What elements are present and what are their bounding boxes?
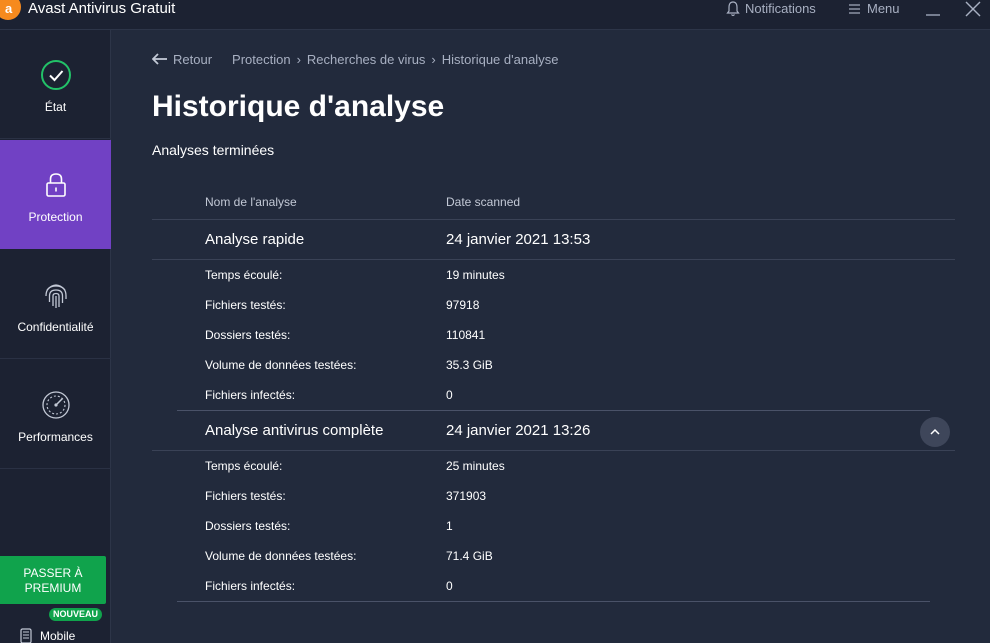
lock-icon bbox=[40, 169, 72, 201]
scan-detail-row: Volume de données testées: 71.4 GiB bbox=[152, 541, 955, 571]
breadcrumb-separator: › bbox=[296, 51, 301, 67]
group-divider bbox=[177, 601, 930, 602]
breadcrumb-separator: › bbox=[431, 51, 436, 67]
scan-date: 24 janvier 2021 13:53 bbox=[446, 231, 591, 248]
scan-row[interactable]: Analyse rapide 24 janvier 2021 13:53 bbox=[152, 220, 955, 260]
detail-value: 19 minutes bbox=[446, 268, 505, 282]
detail-value: 71.4 GiB bbox=[446, 549, 493, 563]
scan-history-table: Nom de l'analyse Date scanned Analyse ra… bbox=[152, 186, 955, 602]
detail-label: Volume de données testées: bbox=[205, 358, 357, 372]
detail-label: Volume de données testées: bbox=[205, 549, 357, 563]
sidebar-item-confidentialite[interactable]: Confidentialité bbox=[0, 250, 111, 359]
detail-value: 1 bbox=[446, 519, 453, 533]
column-header-name: Nom de l'analyse bbox=[205, 195, 297, 209]
scan-detail-row: Fichiers testés: 97918 bbox=[152, 290, 955, 320]
mobile-phone-icon bbox=[20, 628, 32, 643]
mobile-label: Mobile bbox=[40, 629, 76, 643]
detail-value: 25 minutes bbox=[446, 459, 505, 473]
table-header: Nom de l'analyse Date scanned bbox=[152, 186, 955, 220]
scan-detail-row: Dossiers testés: 1 bbox=[152, 511, 955, 541]
detail-label: Temps écoulé: bbox=[205, 459, 283, 473]
bell-icon bbox=[726, 1, 740, 17]
scan-name: Analyse antivirus complète bbox=[205, 422, 384, 439]
page-subtitle: Analyses terminées bbox=[152, 142, 275, 158]
premium-line-1: PASSER À bbox=[23, 566, 83, 580]
detail-value: 97918 bbox=[446, 298, 480, 312]
detail-value: 371903 bbox=[446, 489, 487, 503]
breadcrumb-current: Historique d'analyse bbox=[441, 51, 559, 67]
detail-value: 0 bbox=[446, 579, 453, 593]
new-badge: NOUVEAU bbox=[49, 608, 103, 621]
sidebar-item-mobile[interactable]: Mobile bbox=[20, 628, 75, 643]
scan-row[interactable]: Analyse antivirus complète 24 janvier 20… bbox=[152, 411, 955, 451]
title-bar: a Avast Antivirus Gratuit Notifications … bbox=[0, 0, 990, 30]
breadcrumb-link-protection[interactable]: Protection bbox=[232, 52, 291, 67]
check-circle-icon bbox=[40, 59, 72, 91]
sidebar-item-performances[interactable]: Performances bbox=[0, 360, 111, 469]
detail-label: Dossiers testés: bbox=[205, 519, 291, 533]
hamburger-icon bbox=[849, 4, 860, 14]
detail-label: Fichiers infectés: bbox=[205, 579, 296, 593]
speedometer-icon bbox=[40, 389, 72, 421]
sidebar-item-label: État bbox=[44, 100, 67, 114]
sidebar-item-label: Protection bbox=[28, 210, 83, 224]
detail-value: 35.3 GiB bbox=[446, 358, 493, 372]
menu-label: Menu bbox=[867, 1, 900, 16]
arrow-left-icon bbox=[152, 53, 167, 65]
scan-detail-row: Temps écoulé: 19 minutes bbox=[152, 260, 955, 290]
notifications-button[interactable]: Notifications bbox=[726, 0, 816, 18]
notifications-label: Notifications bbox=[745, 1, 816, 16]
sidebar: État Protection Confidentialité Performa… bbox=[0, 30, 111, 643]
close-icon[interactable] bbox=[965, 1, 981, 17]
fingerprint-icon bbox=[40, 279, 72, 311]
minimize-icon[interactable] bbox=[925, 2, 941, 18]
breadcrumb-link-recherches[interactable]: Recherches de virus bbox=[307, 52, 426, 67]
page-title: Historique d'analyse bbox=[152, 90, 445, 123]
detail-label: Fichiers infectés: bbox=[205, 388, 296, 402]
breadcrumb: Retour Protection › Recherches de virus … bbox=[152, 50, 558, 68]
scan-name: Analyse rapide bbox=[205, 231, 305, 248]
detail-value: 110841 bbox=[446, 328, 486, 342]
column-header-date: Date scanned bbox=[446, 195, 521, 209]
back-label: Retour bbox=[173, 51, 213, 67]
chevron-up-icon bbox=[930, 428, 940, 435]
scan-detail-row: Temps écoulé: 25 minutes bbox=[152, 451, 955, 481]
detail-label: Fichiers testés: bbox=[205, 298, 286, 312]
detail-label: Temps écoulé: bbox=[205, 268, 283, 282]
scan-detail-row: Dossiers testés: 110841 bbox=[152, 320, 955, 350]
menu-button[interactable]: Menu bbox=[848, 0, 900, 18]
detail-label: Fichiers testés: bbox=[205, 489, 286, 503]
scan-detail-row: Fichiers testés: 371903 bbox=[152, 481, 955, 511]
upgrade-premium-button[interactable]: PASSER À PREMIUM bbox=[0, 556, 106, 604]
sidebar-item-protection[interactable]: Protection bbox=[0, 140, 111, 249]
scan-detail-row: Volume de données testées: 35.3 GiB bbox=[152, 350, 955, 380]
scan-detail-row: Fichiers infectés: 0 bbox=[152, 380, 955, 410]
scan-detail-row: Fichiers infectés: 0 bbox=[152, 571, 955, 601]
sidebar-item-label: Confidentialité bbox=[17, 320, 94, 334]
avast-logo-icon: a bbox=[0, 0, 21, 20]
scan-date: 24 janvier 2021 13:26 bbox=[446, 422, 591, 439]
sidebar-item-label: Performances bbox=[18, 430, 93, 444]
app-title: Avast Antivirus Gratuit bbox=[28, 0, 176, 17]
svg-text:a: a bbox=[5, 1, 13, 16]
detail-label: Dossiers testés: bbox=[205, 328, 291, 342]
back-button[interactable]: Retour bbox=[152, 52, 212, 67]
collapse-button[interactable] bbox=[920, 417, 950, 447]
detail-value: 0 bbox=[446, 388, 453, 402]
premium-line-2: PREMIUM bbox=[24, 581, 82, 595]
sidebar-item-etat[interactable]: État bbox=[0, 30, 111, 139]
